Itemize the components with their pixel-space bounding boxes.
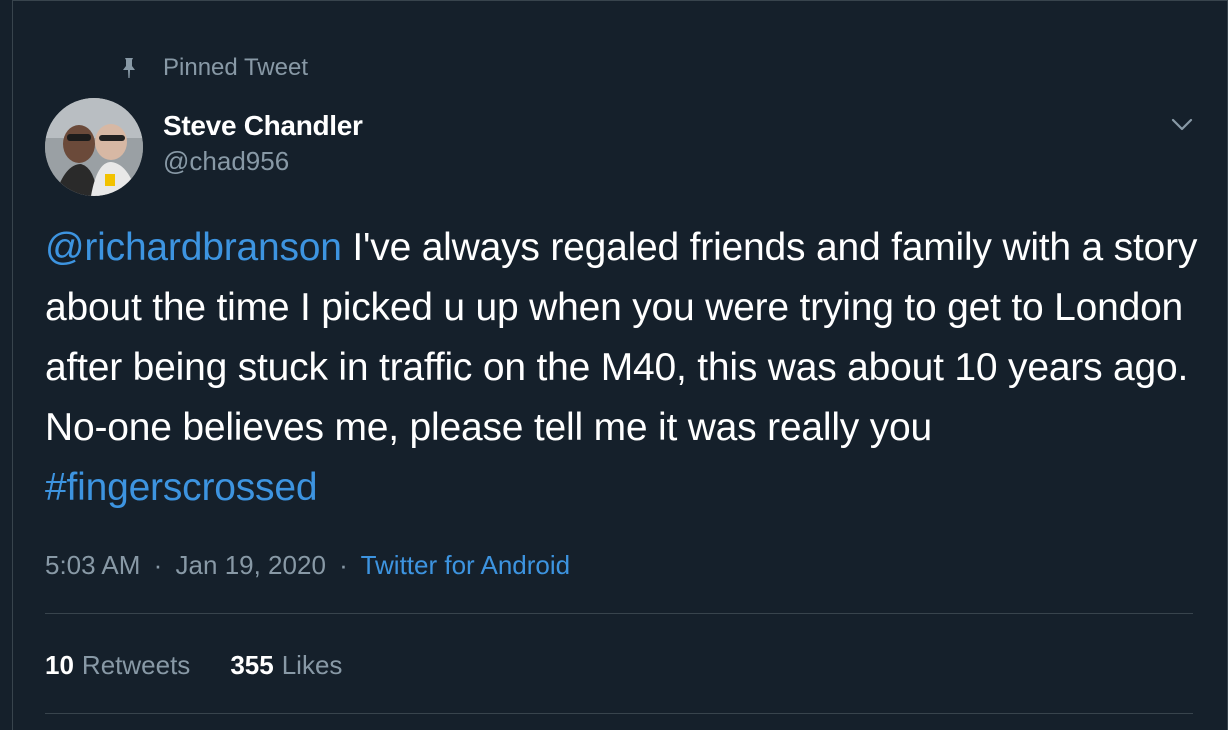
mention-link[interactable]: @richardbranson [45,226,342,269]
retweets-stat[interactable]: 10 Retweets [45,645,190,685]
avatar[interactable] [45,98,143,196]
tweet-date[interactable]: Jan 19, 2020 [176,550,326,580]
likes-stat[interactable]: 355 Likes [230,645,342,685]
author-info[interactable]: Steve Chandler @chad956 [163,109,363,179]
likes-label: Likes [281,650,343,680]
likes-count: 355 [230,650,274,680]
tweet-card: Pinned Tweet Steve Chandler @chad956 @ri… [12,0,1228,730]
pin-icon [117,56,141,80]
meta-separator: · [339,550,348,580]
pinned-label: Pinned Tweet [163,54,308,81]
hashtag-link[interactable]: #fingerscrossed [45,466,318,509]
pinned-indicator: Pinned Tweet [117,53,308,83]
chevron-down-icon[interactable] [1169,111,1195,137]
author-display-name[interactable]: Steve Chandler [163,109,363,143]
tweet-stats: 10 Retweets 355 Likes [45,645,342,685]
divider [45,613,1193,614]
retweets-count: 10 [45,650,74,680]
tweet-source-link[interactable]: Twitter for Android [361,550,571,580]
tweet-text: @richardbranson I've always regaled frie… [45,218,1205,518]
retweets-label: Retweets [81,650,191,680]
meta-separator: · [153,550,163,580]
author-handle[interactable]: @chad956 [163,143,363,179]
divider [45,713,1193,714]
tweet-meta: 5:03 AM · Jan 19, 2020 · Twitter for And… [45,545,570,585]
tweet-time[interactable]: 5:03 AM [45,550,140,580]
